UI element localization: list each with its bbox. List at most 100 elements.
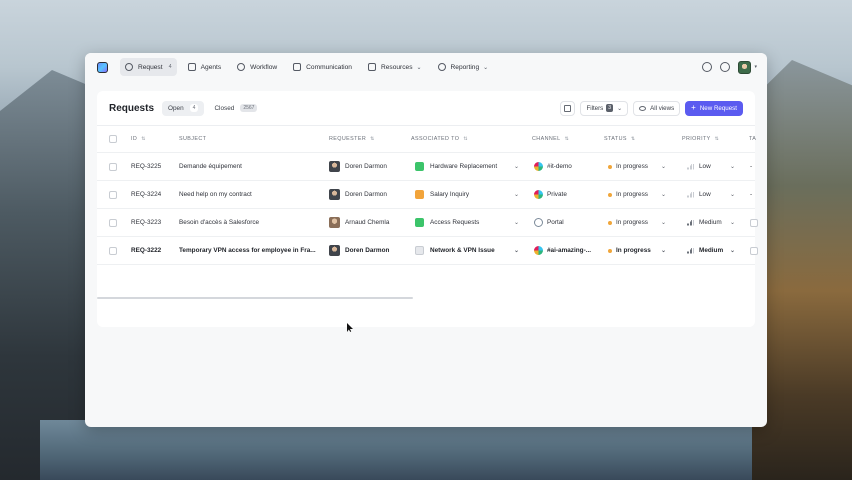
workflow-icon [237,63,246,71]
horizontal-scrollbar[interactable] [97,296,755,300]
cell-requester: Arnaud Chemla [329,209,389,236]
panel-header: Requests Open 4 Closed 2567 Filters 3 ⌄ [97,91,755,125]
tab-open[interactable]: Open 4 [162,100,205,116]
chevron-down-icon: ⌄ [617,105,623,112]
caret-down-icon[interactable]: ▾ [754,64,757,70]
priority-label: Medium [699,247,724,254]
requester-name: Arnaud Chemla [345,219,390,226]
sort-icon: ⇅ [463,136,468,142]
nav-item-label: Request [138,63,163,71]
cell-ta: - [750,163,753,170]
priority-bars-icon [687,163,694,170]
cell-priority[interactable]: Low ⌄ [687,181,739,208]
cell-channel: Private [534,181,567,208]
table-row[interactable]: REQ-3225 Demande équipement Doren Darmon… [97,153,755,181]
top-navigation: Request 4 Agents Workflow Communication … [85,53,767,81]
cell-priority[interactable]: Low ⌄ [687,153,739,180]
chevron-down-icon: ⌄ [729,164,735,170]
chevron-down-icon: ⌄ [513,192,519,198]
requests-panel: Requests Open 4 Closed 2567 Filters 3 ⌄ [97,91,758,327]
sort-icon: ⇅ [370,136,375,142]
requester-avatar [329,161,340,172]
chevron-down-icon: ⌄ [416,64,422,71]
cell-ta [750,209,758,236]
row-checkbox[interactable] [109,181,117,208]
column-header-ta[interactable]: TA [749,126,756,152]
nav-item-communication[interactable]: Communication [288,58,357,76]
priority-label: Low [699,163,711,170]
associated-label: Access Requests [430,219,480,226]
sort-icon: ⇅ [714,136,720,142]
status-dot-icon [608,192,612,197]
chevron-down-icon: ⌄ [729,220,735,226]
nav-item-reporting[interactable]: Reporting ⌄ [433,58,494,76]
panel-actions: Filters 3 ⌄ All views + New Request [555,100,743,116]
app-window: Request 4 Agents Workflow Communication … [85,53,767,427]
cell-priority[interactable]: Medium ⌄ [687,237,739,264]
filters-button[interactable]: Filters 3 ⌄ [580,100,629,116]
nav-item-request[interactable]: Request 4 [120,58,177,76]
sort-icon: ⇅ [630,136,636,142]
cell-status[interactable]: In progress ⌄ [608,153,670,180]
layout-toggle-button[interactable] [560,100,576,116]
cell-status[interactable]: In progress ⌄ [608,209,670,236]
nav-item-resources[interactable]: Resources ⌄ [363,58,427,76]
cell-associated[interactable]: Hardware Replacement ⌄ [415,153,523,180]
filters-label: Filters [586,104,604,112]
new-request-label: New Request [699,104,737,112]
cell-associated[interactable]: Network & VPN Issue ⌄ [415,237,523,264]
cell-priority[interactable]: Medium ⌄ [687,209,739,236]
column-header-label: SUBJECT [179,136,207,142]
associated-label: Network & VPN Issue [430,247,495,254]
tab-closed[interactable]: Closed 2567 [208,101,263,116]
table-header-row: ID ⇅ SUBJECT REQUESTER ⇅ ASSOCIATED TO ⇅ CH… [97,126,756,153]
new-request-button[interactable]: + New Request [685,100,743,116]
cell-subject: Need help on my contract [179,191,252,198]
column-header-channel[interactable]: CHANNEL ⇅ [532,126,569,152]
column-header-requester[interactable]: REQUESTER ⇅ [329,126,375,152]
row-checkbox[interactable] [109,209,117,236]
channel-label: Private [547,191,567,198]
cell-ta: - [750,191,753,198]
column-header-associated[interactable]: ASSOCIATED TO ⇅ [411,126,468,152]
gear-icon[interactable] [720,62,731,72]
column-header-status[interactable]: STATUS ⇅ [604,126,635,152]
associated-label: Hardware Replacement [430,163,498,170]
cell-status[interactable]: In progress ⌄ [608,181,670,208]
filters-count-badge: 3 [606,104,614,112]
table-row[interactable]: REQ-3223 Besoin d'accès à Salesforce Arn… [97,209,758,237]
chevron-down-icon: ⌄ [513,164,519,170]
cell-associated[interactable]: Salary Inquiry ⌄ [415,181,523,208]
views-button[interactable]: All views [633,100,681,116]
cell-channel: #it-demo [534,153,572,180]
cell-associated[interactable]: Access Requests ⌄ [415,209,523,236]
row-checkbox[interactable] [109,237,117,264]
column-header-label: TA [749,136,757,142]
search-icon[interactable] [702,62,713,72]
app-logo-icon[interactable] [97,61,108,73]
column-header-subject[interactable]: SUBJECT [179,126,206,152]
table-row[interactable]: REQ-3222 Temporary VPN access for employ… [97,237,758,265]
nav-item-workflow[interactable]: Workflow [232,58,282,76]
row-checkbox[interactable] [109,153,117,180]
status-dot-icon [608,164,612,169]
scrollbar-thumb[interactable] [97,297,413,299]
nav-right-actions: ▾ [694,60,757,74]
column-header-id[interactable]: ID ⇅ [131,126,146,152]
priority-bars-icon [687,219,694,226]
avatar[interactable] [738,60,752,74]
cell-subject: Besoin d'accès à Salesforce [179,219,260,226]
sort-icon: ⇅ [141,136,146,142]
wallet-icon [415,190,424,199]
column-header-priority[interactable]: PRIORITY ⇅ [682,126,719,152]
table-row[interactable]: REQ-3224 Need help on my contract Doren … [97,181,755,209]
column-header-label: ASSOCIATED TO [411,136,460,142]
select-all-checkbox[interactable] [109,126,117,152]
background-lake [40,420,752,480]
nav-item-agents[interactable]: Agents [183,58,227,76]
chevron-down-icon: ⌄ [729,192,735,198]
cell-requester: Doren Darmon [329,153,387,180]
tab-count: 2567 [240,104,258,112]
chevron-down-icon: ⌄ [660,192,666,198]
cell-status[interactable]: In progress ⌄ [608,237,670,264]
